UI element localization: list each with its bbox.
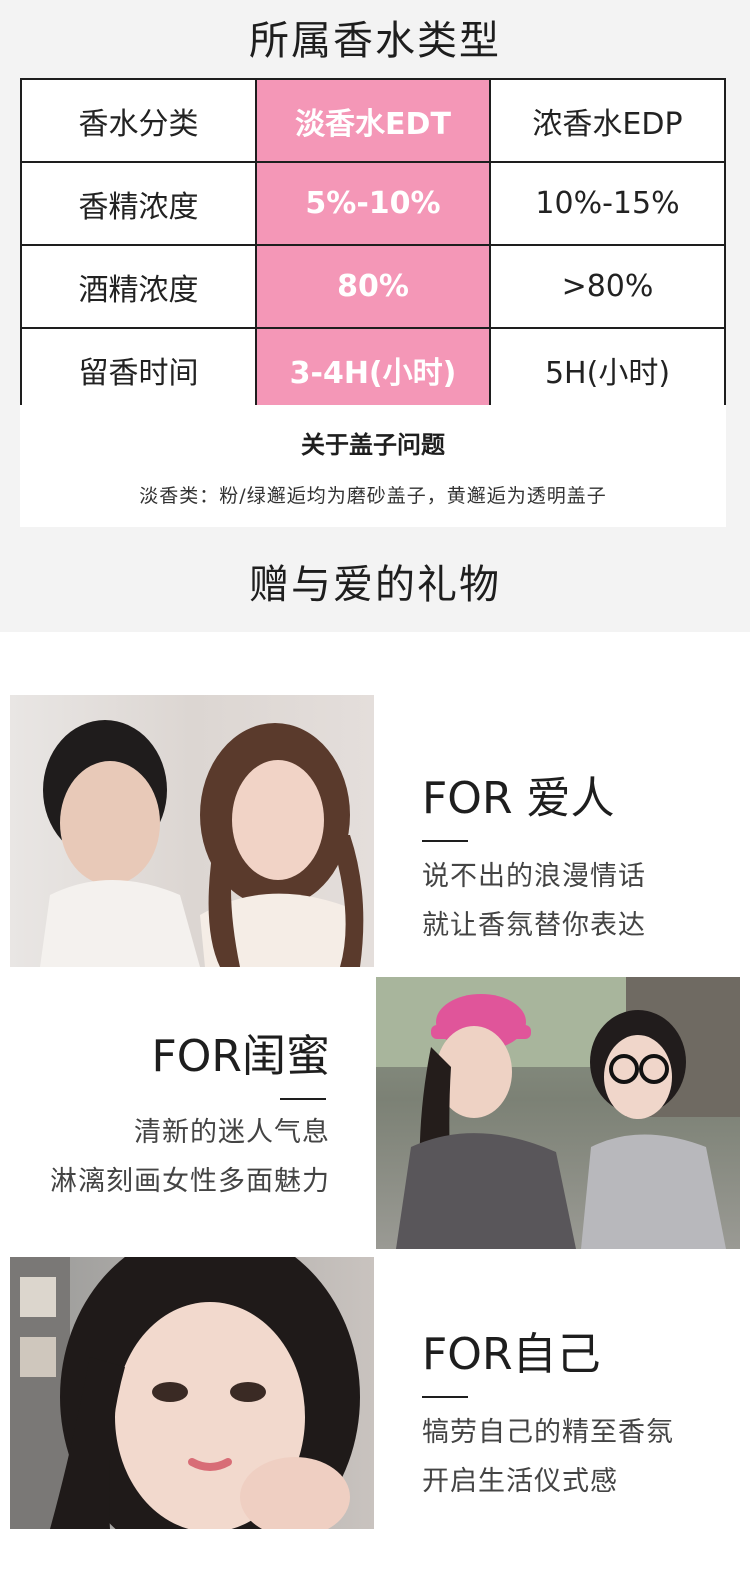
cap-note-box: 关于盖子问题 淡香类：粉/绿邂逅均为磨砂盖子，黄邂逅为透明盖子 xyxy=(20,405,726,527)
edt-cell: 80% xyxy=(255,244,491,329)
perfume-type-table: 香水分类 淡香水EDT 浓香水EDP 香精浓度 5%-10% 10%-15% 酒… xyxy=(20,78,726,412)
self-photo xyxy=(10,1257,374,1529)
edp-cell: 5H(小时) xyxy=(489,327,726,412)
cap-note-text: 淡香类：粉/绿邂逅均为磨砂盖子，黄邂逅为透明盖子 xyxy=(139,485,607,507)
table-row: 香精浓度 5%-10% 10%-15% xyxy=(20,161,726,246)
row-label: 酒精浓度 xyxy=(20,244,257,329)
divider xyxy=(422,1396,468,1398)
feature-line: 犒劳自己的精至香氛 xyxy=(422,1417,674,1448)
feature-title: FOR 爱人 xyxy=(422,773,615,824)
couple-illustration xyxy=(40,720,364,967)
table-row: 香水分类 淡香水EDT 浓香水EDP xyxy=(20,78,726,163)
row-label: 留香时间 xyxy=(20,327,257,412)
section-title-type: 所属香水类型 xyxy=(249,18,501,64)
feature-line: 开启生活仪式感 xyxy=(422,1466,618,1497)
edp-cell: 浓香水EDP xyxy=(489,78,726,163)
feature-self: FOR自己 犒劳自己的精至香氛 开启生活仪式感 xyxy=(422,1318,674,1498)
divider xyxy=(422,840,468,842)
edt-cell: 3-4H(小时) xyxy=(255,327,491,412)
edp-cell: 10%-15% xyxy=(489,161,726,246)
feature-line: 就让香氛替你表达 xyxy=(422,910,646,941)
table-row: 留香时间 3-4H(小时) 5H(小时) xyxy=(20,327,726,412)
row-label: 香水分类 xyxy=(20,78,257,163)
table-row: 酒精浓度 80% >80% xyxy=(20,244,726,329)
self-illustration xyxy=(10,1257,360,1529)
feature-line: 说不出的浪漫情话 xyxy=(422,861,646,892)
friends-photo xyxy=(376,977,740,1249)
feature-line: 清新的迷人气息 xyxy=(134,1117,330,1148)
friends-illustration xyxy=(376,977,740,1249)
edt-cell: 5%-10% xyxy=(255,161,491,246)
feature-title: FOR闺蜜 xyxy=(151,1031,330,1082)
feature-lover: FOR 爱人 说不出的浪漫情话 就让香氛替你表达 xyxy=(422,762,646,942)
cap-note-title: 关于盖子问题 xyxy=(301,431,445,459)
row-label: 香精浓度 xyxy=(20,161,257,246)
section-title-gift: 赠与爱的礼物 xyxy=(249,562,501,608)
edp-cell: >80% xyxy=(489,244,726,329)
feature-title: FOR自己 xyxy=(422,1329,601,1380)
couple-photo xyxy=(10,695,374,967)
feature-friend: FOR闺蜜 清新的迷人气息 淋漓刻画女性多面魅力 xyxy=(40,1020,330,1198)
divider xyxy=(280,1098,326,1100)
edt-cell: 淡香水EDT xyxy=(255,78,491,163)
feature-line: 淋漓刻画女性多面魅力 xyxy=(50,1166,330,1197)
